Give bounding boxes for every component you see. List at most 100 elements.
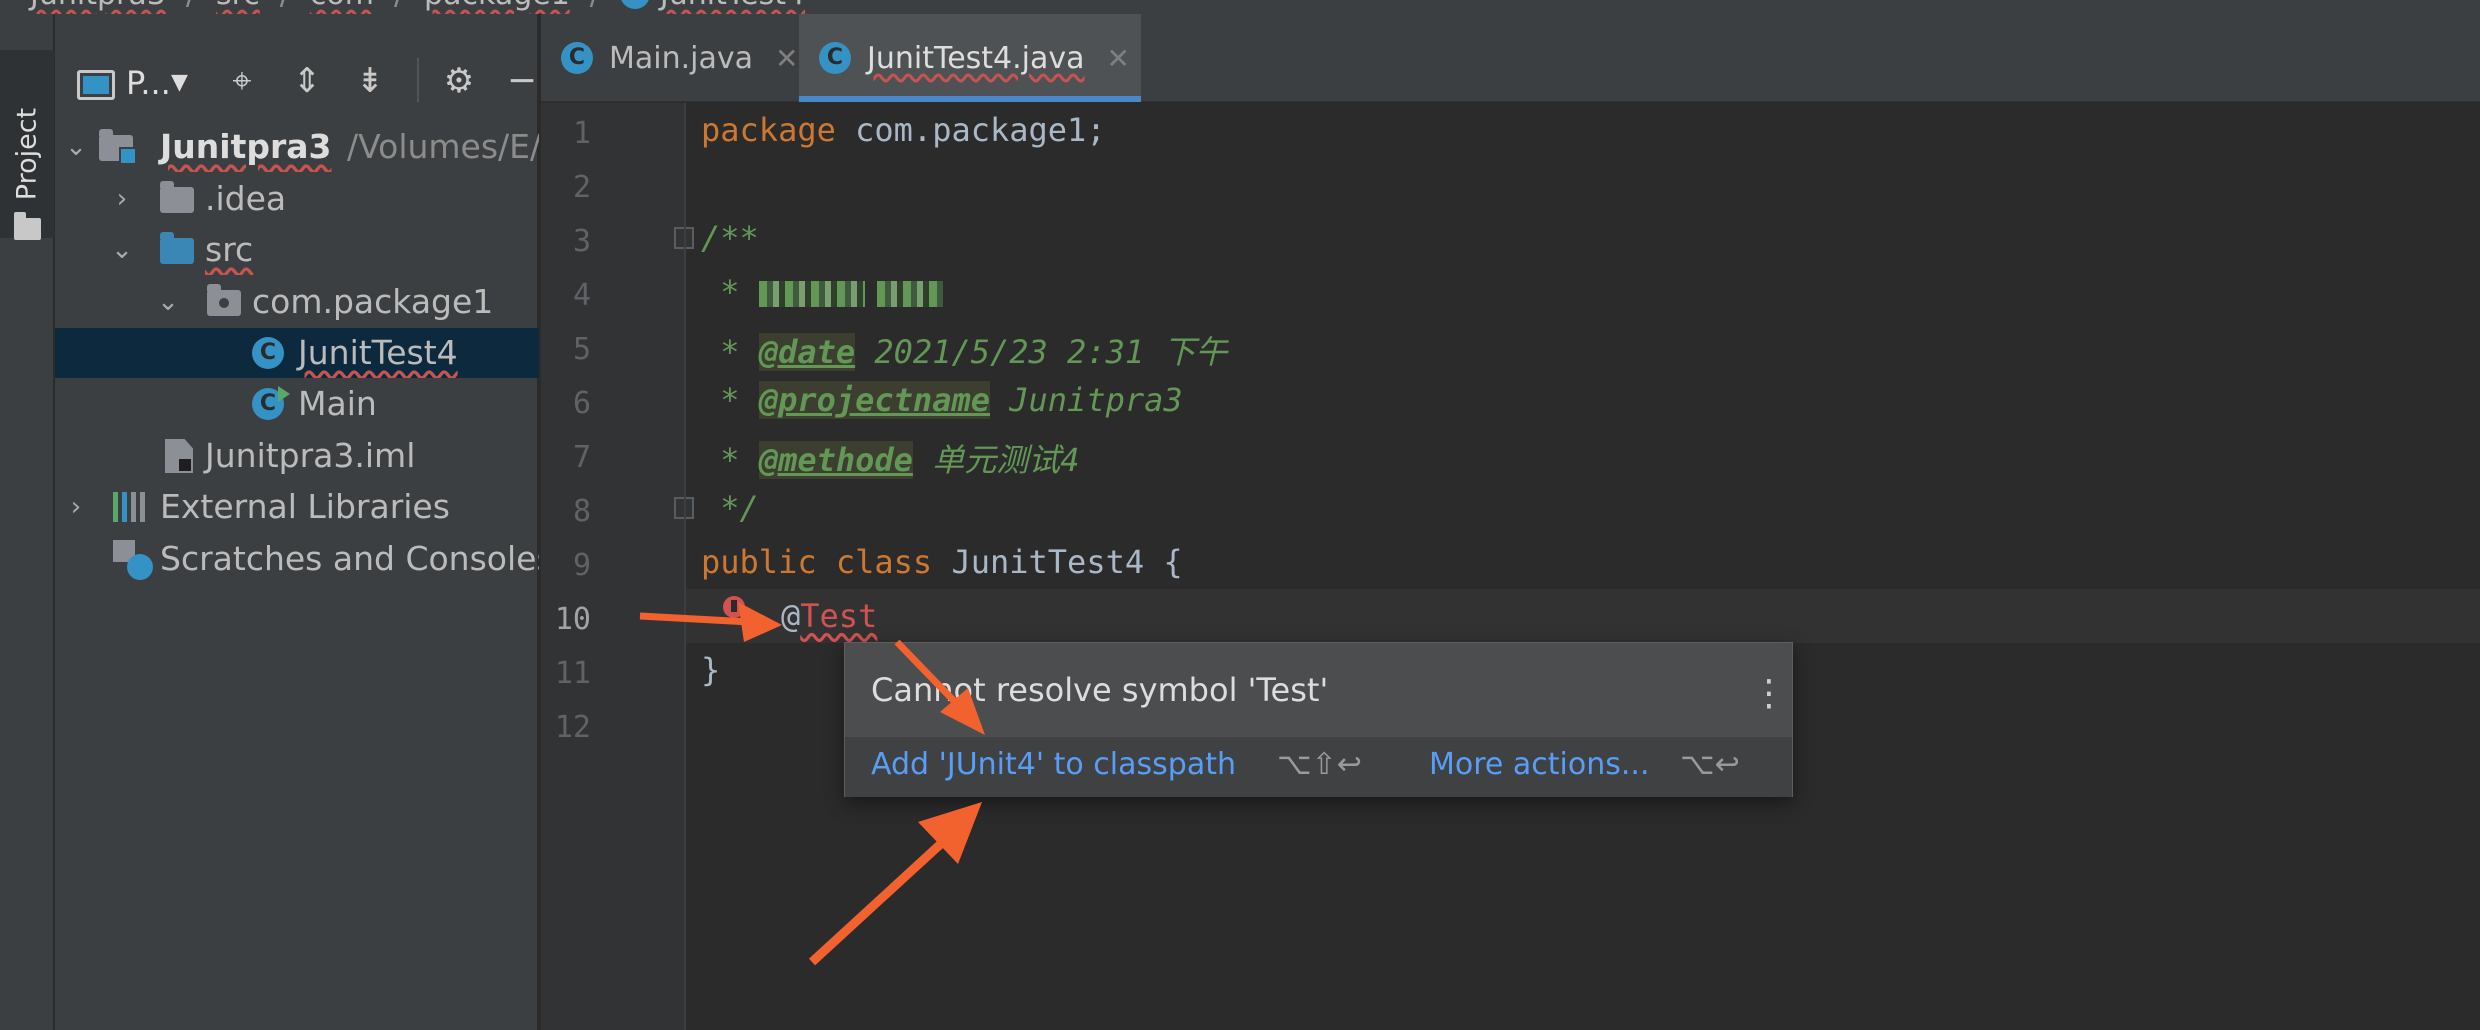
library-icon: [113, 492, 153, 522]
code-line-3: /**: [701, 219, 759, 257]
tree-item-label: Main: [298, 384, 377, 423]
tree-item-package[interactable]: ⌄ com.package1: [55, 277, 539, 327]
code-line-6: * @projectname Junitpra3: [701, 381, 1183, 419]
module-folder-icon: [99, 129, 137, 165]
comment: /**: [701, 219, 759, 257]
tree-item-label: JunitTest4: [298, 333, 458, 372]
annotation-at: @: [781, 597, 801, 635]
error-message: Cannot resolve symbol 'Test': [871, 671, 1329, 709]
hide-panel-icon[interactable]: −: [505, 62, 539, 100]
breadcrumb-item-src[interactable]: src: [216, 0, 260, 12]
close-icon[interactable]: ✕: [1107, 42, 1130, 75]
folder-icon: [160, 181, 194, 213]
tree-item-path: /Volumes/E/: [347, 127, 539, 166]
tree-item-main[interactable]: C Main: [55, 379, 539, 429]
chevron-right-icon[interactable]: ›: [107, 174, 137, 224]
breadcrumb-item-com[interactable]: com: [310, 0, 374, 12]
breadcrumb-separator: /: [186, 0, 196, 12]
class-icon: C: [819, 42, 851, 74]
shortcut-hint: ⌥⇧↩: [1277, 747, 1362, 782]
tree-item-label: com.package1: [252, 282, 494, 321]
code-text: JunitTest4 {: [932, 543, 1183, 581]
folder-icon: [14, 212, 41, 240]
code-editor[interactable]: 1 2 3 4 5 6 7 8 9 10 11 12 package com.p…: [541, 103, 2480, 1030]
code-text: com.package1;: [835, 111, 1106, 149]
project-tab-label: Project: [11, 107, 43, 201]
breadcrumb: Junitpra3 / src / com / package1 / Junit…: [0, 0, 2480, 14]
line-number: 4: [572, 278, 591, 313]
chevron-down-icon[interactable]: ⌄: [107, 225, 137, 275]
line-number: 6: [572, 386, 591, 421]
comment: *: [701, 333, 759, 371]
project-view-icon[interactable]: [77, 70, 115, 100]
more-options-icon[interactable]: [1751, 673, 1787, 717]
editor-tab-bar: C Main.java ✕ C JunitTest4.java ✕: [541, 14, 2480, 102]
line-gutter: 1 2 3 4 5 6 7 8 9 10 11 12: [541, 103, 694, 1030]
collapse-all-icon[interactable]: ⇟: [350, 62, 390, 100]
line-number: 9: [572, 548, 591, 583]
error-icon[interactable]: [721, 596, 747, 626]
expand-all-icon[interactable]: ⇕: [287, 62, 327, 100]
module-file-icon: [165, 439, 193, 473]
chevron-down-icon[interactable]: ⌄: [153, 277, 183, 327]
line-number: 5: [572, 332, 591, 367]
code-line-10: @Test: [781, 597, 877, 635]
comment: *: [701, 381, 759, 419]
toolbar-divider: [417, 58, 419, 102]
unresolved-annotation[interactable]: Test: [800, 597, 877, 635]
class-icon: C: [561, 42, 593, 74]
tab-junittest4-java[interactable]: C JunitTest4.java ✕: [799, 14, 1141, 102]
tree-item-label: External Libraries: [160, 487, 450, 526]
tree-item-junittest4[interactable]: C JunitTest4: [55, 328, 539, 378]
code-line-1: package com.package1;: [701, 111, 1106, 149]
tool-window-strip: Project: [0, 14, 54, 1030]
tree-item-junitpra3[interactable]: ⌄ Junitpra3 /Volumes/E/: [55, 122, 539, 172]
javadoc-tag: @date: [758, 333, 856, 371]
close-icon[interactable]: ✕: [775, 42, 798, 75]
add-junit4-classpath-action[interactable]: Add 'JUnit4' to classpath: [871, 747, 1236, 782]
locate-icon[interactable]: ⌖: [222, 62, 262, 100]
tree-item-src[interactable]: ⌄ src: [55, 225, 539, 275]
breadcrumb-separator: /: [280, 0, 290, 12]
source-folder-icon: [160, 232, 194, 264]
shortcut-hint: ⌥↩: [1680, 747, 1740, 782]
tree-item-iml[interactable]: Junitpra3.iml: [55, 431, 539, 481]
tree-item-label: Junitpra3: [160, 127, 332, 166]
chevron-down-icon[interactable]: ⌄: [61, 122, 91, 172]
project-panel: P... ▼ ⌖ ⇕ ⇟ ⚙ − ⌄ Junitpra3 /Volumes/E/…: [55, 14, 539, 1030]
tab-main-java[interactable]: C Main.java ✕: [561, 14, 798, 102]
code-line-8: */: [701, 489, 759, 527]
line-number: 3: [572, 224, 591, 259]
project-view-selector[interactable]: P...: [126, 64, 171, 102]
tree-item-label: Junitpra3.iml: [205, 436, 416, 475]
popup-actions-bar: Add 'JUnit4' to classpath ⌥⇧↩ More actio…: [845, 737, 1792, 797]
class-icon: C: [252, 337, 284, 369]
gear-icon[interactable]: ⚙: [439, 62, 479, 100]
tree-item-label: Scratches and Consoles: [160, 539, 539, 578]
scratches-icon: [113, 540, 153, 580]
javadoc-tag: @projectname: [758, 381, 990, 419]
chevron-down-icon[interactable]: ▼: [171, 70, 188, 95]
line-number: 7: [572, 440, 591, 475]
comment: Junitpra3: [989, 381, 1183, 419]
breadcrumb-item-class[interactable]: JunitTest4: [660, 0, 805, 12]
code-text: }: [701, 651, 721, 689]
more-actions-link[interactable]: More actions...: [1429, 747, 1650, 782]
code-line-5: * @date 2021/5/23 2:31 下午: [701, 327, 1227, 373]
tree-item-scratches[interactable]: Scratches and Consoles: [55, 534, 539, 584]
line-number: 8: [572, 494, 591, 529]
keyword: package: [701, 111, 836, 149]
tree-item-external-libraries[interactable]: › External Libraries: [55, 482, 539, 532]
code-line-9: public class JunitTest4 {: [701, 543, 1183, 581]
blurred-author: [876, 281, 943, 307]
breadcrumb-item-project[interactable]: Junitpra3: [30, 0, 166, 12]
package-icon: [207, 284, 241, 316]
class-icon: [619, 0, 650, 9]
line-number: 12: [554, 710, 591, 745]
project-panel-toolbar: P... ▼ ⌖ ⇕ ⇟ ⚙ −: [55, 40, 539, 122]
current-line-highlight: [686, 589, 2480, 643]
tree-item-idea[interactable]: › .idea: [55, 174, 539, 224]
project-tool-window-tab[interactable]: Project: [0, 50, 54, 240]
chevron-right-icon[interactable]: ›: [61, 482, 91, 532]
breadcrumb-item-package1[interactable]: package1: [424, 0, 570, 12]
